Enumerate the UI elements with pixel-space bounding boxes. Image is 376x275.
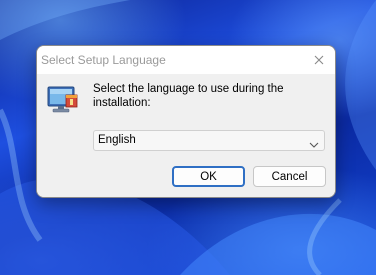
dialog-titlebar[interactable]: Select Setup Language [37,46,335,74]
close-icon [314,55,324,65]
ok-button[interactable]: OK [172,166,245,187]
dialog-body: Select the language to use during the in… [37,74,335,197]
cancel-button-label: Cancel [271,170,308,183]
ok-button-label: OK [200,170,217,183]
language-prompt: Select the language to use during the in… [93,83,284,109]
chevron-down-icon [309,136,319,154]
cancel-button[interactable]: Cancel [253,166,326,187]
dialog-title: Select Setup Language [41,53,166,67]
language-select-value: English [98,134,136,146]
setup-computer-icon [47,83,79,115]
language-select[interactable]: English [93,130,325,151]
setup-language-dialog: Select Setup Language Select the languag… [36,45,336,198]
close-button[interactable] [303,46,335,74]
